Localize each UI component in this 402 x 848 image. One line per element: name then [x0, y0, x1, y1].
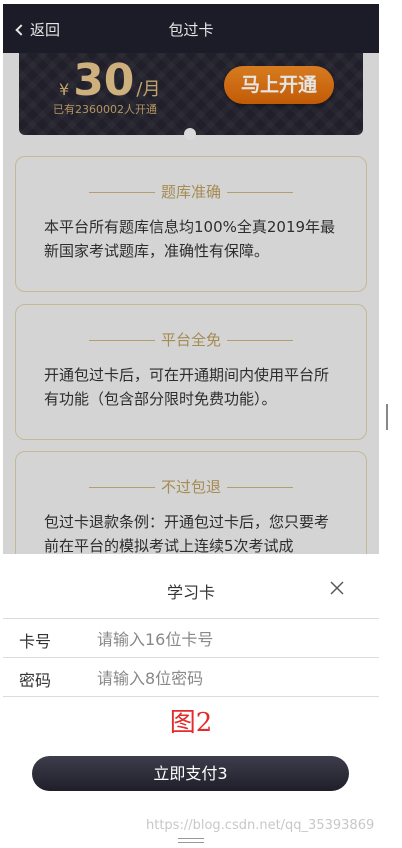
phone-frame: 返回 包过卡 ¥ 30 /月 已有2360002人开通 马上开通 题库准确 本平… — [3, 4, 379, 830]
password-input[interactable] — [97, 663, 357, 693]
pay-now-button[interactable]: 立即支付3 — [32, 756, 349, 791]
card-number-row: 卡号 — [3, 618, 379, 658]
card-number-input[interactable] — [97, 624, 357, 654]
figure-label: 图2 — [169, 708, 213, 738]
card-number-label: 卡号 — [19, 632, 52, 651]
divider — [3, 696, 379, 697]
modal-overlay[interactable] — [3, 4, 379, 554]
study-card-sheet: 学习卡 卡号 密码 图2 立即支付3 — [3, 554, 379, 830]
watermark: https://blog.csdn.net/qq_35393869 — [146, 818, 375, 833]
side-resize-grip[interactable] — [386, 404, 388, 430]
resize-handle[interactable] — [178, 838, 204, 839]
sheet-title: 学习卡 — [166, 583, 215, 602]
close-icon[interactable] — [329, 580, 345, 596]
password-row: 密码 — [3, 657, 379, 697]
password-label: 密码 — [19, 671, 52, 690]
resize-handle-line — [178, 842, 204, 843]
